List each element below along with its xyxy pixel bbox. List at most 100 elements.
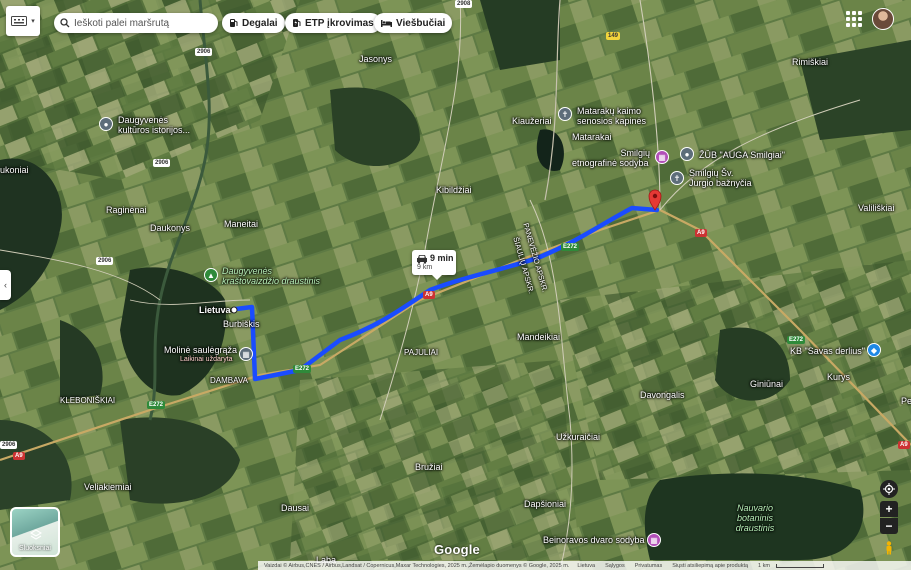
poi-label[interactable]: Molinė saulėgrąža (164, 345, 237, 355)
poi-label[interactable]: Jurgio bažnyčia (689, 178, 752, 188)
place-pin-icon[interactable]: ● (680, 147, 694, 161)
park-label[interactable]: botaninis (735, 513, 775, 523)
road-shield: E272 (147, 401, 166, 409)
chip-label: Viešbučiai (396, 17, 446, 29)
chip-ev-charging[interactable]: ETP įkrovimas (285, 13, 381, 33)
scale-bar (775, 563, 824, 568)
museum-pin-icon[interactable]: ▦ (647, 533, 661, 547)
google-logo: Google (434, 542, 480, 557)
road-shield: 2906 (96, 257, 114, 265)
place-label: Dausai (281, 503, 310, 513)
museum-pin-icon[interactable]: ● (99, 117, 113, 131)
layers-icon (30, 529, 42, 540)
layers-button[interactable]: Sluoksniai (10, 507, 60, 557)
place-label: DAMBAVA (210, 376, 248, 385)
chip-label: ETP įkrovimas (305, 17, 374, 29)
route-duration-callout[interactable]: 9 min 9 km (412, 250, 456, 280)
road-shield: A9 (695, 229, 707, 237)
poi-label[interactable]: Smilgių (590, 148, 650, 158)
place-label: Kurys (827, 372, 851, 382)
church-pin-icon[interactable]: ✝ (670, 171, 684, 185)
chevron-down-icon[interactable]: ▾ (31, 17, 35, 25)
zoom-in-button[interactable]: + (880, 501, 898, 517)
cemetery-pin-icon[interactable]: ✝ (558, 107, 572, 121)
place-label: Valiliškiai (858, 203, 895, 213)
chip-hotels[interactable]: Viešbučiai (374, 13, 453, 33)
poi-label[interactable]: etnografinė sodyba (572, 158, 649, 168)
feedback-link[interactable]: Siųsti atsiliepimą apie produktą (672, 563, 748, 569)
route-distance: 9 km (417, 264, 433, 271)
road-shield: 2906 (153, 159, 171, 167)
map-footer: Vaizdai © Airbus,CNES / Airbus,Landsat /… (258, 561, 911, 570)
chip-fuel[interactable]: Degalai (222, 13, 285, 33)
place-label: Rimiškiai (792, 57, 828, 67)
search-along-route[interactable] (54, 13, 218, 33)
avatar[interactable] (872, 8, 894, 30)
road-shield: A9 (898, 441, 910, 449)
poi-label[interactable]: Smilgių Šv. (689, 168, 733, 178)
poi-label[interactable]: kultūros istorijos... (118, 125, 190, 135)
shopping-pin-icon[interactable]: ◆ (867, 343, 881, 357)
road-shield: 2908 (455, 0, 473, 8)
road-shield: 149 (606, 32, 621, 40)
search-input[interactable] (74, 17, 204, 29)
terms-link[interactable]: Sąlygos (605, 563, 625, 569)
chevron-left-icon: ‹ (4, 280, 7, 290)
privacy-link[interactable]: Privatumas (635, 563, 663, 569)
poi-label[interactable]: KB "Savas derlius" (790, 346, 865, 356)
scale-label[interactable]: 1 km (758, 563, 770, 569)
place-label: Bružiai (415, 462, 443, 472)
road-shield: E272 (787, 336, 806, 344)
road-shield: A9 (13, 452, 25, 460)
poi-label[interactable]: kraštovaizdžio draustinis (222, 276, 320, 286)
bed-icon (381, 19, 392, 27)
my-location-button[interactable] (880, 480, 898, 498)
plus-icon: + (885, 502, 893, 516)
place-label: Burbiškis (223, 319, 260, 329)
place-label: Maneitai (224, 219, 259, 229)
park-label[interactable]: draustinis (735, 523, 775, 533)
apps-grid-icon[interactable] (845, 10, 863, 28)
car-icon (417, 255, 427, 264)
ev-charger-icon (292, 18, 301, 28)
poi-label[interactable]: Daugyvenės (118, 115, 168, 125)
museum-pin-icon[interactable]: ▦ (655, 150, 669, 164)
road-shield: A9 (423, 291, 435, 299)
poi-label[interactable]: Daugyvenės (222, 266, 272, 276)
poi-label[interactable]: senosios kapinės (577, 116, 646, 126)
crosshair-icon (883, 483, 895, 495)
chip-label: Degalai (242, 17, 278, 29)
place-label: PAJULIAI (404, 348, 439, 357)
place-label: KLEBONIŠKIAI (60, 396, 116, 405)
keyboard-icon (11, 16, 28, 26)
poi-label[interactable]: Beinoravos dvaro sodyba (543, 535, 645, 545)
place-label: Pe (901, 396, 911, 406)
place-label: Užkuraičiai (556, 432, 601, 442)
place-label: Matarakai (572, 132, 612, 142)
poi-label[interactable]: ŽŪB "AUGA Smilgiai" (699, 150, 785, 160)
place-label: Veliakiemiai (84, 482, 132, 492)
route-origin-label: Lietuva (199, 305, 231, 315)
poi-label[interactable]: Matarakų kaimo (577, 106, 641, 116)
place-label: Jasonys (359, 54, 393, 64)
satellite-map[interactable] (0, 0, 911, 570)
pegman-icon[interactable] (884, 541, 894, 555)
attribution-text: Vaizdai © Airbus,CNES / Airbus,Landsat /… (264, 562, 570, 569)
collapse-panel-button[interactable]: ‹ (0, 270, 11, 300)
place-label: Giniūnai (750, 379, 784, 389)
place-label: Raginėnai (106, 205, 147, 215)
road-shield: 2906 (195, 48, 213, 56)
search-icon (60, 18, 70, 28)
zoom-out-button[interactable]: − (880, 518, 898, 534)
place-label: Davongalis (640, 390, 685, 400)
park-pin-icon[interactable]: ▲ (204, 268, 218, 282)
museum-pin-icon[interactable]: ▦ (239, 347, 253, 361)
place-label: Daukonys (150, 223, 191, 233)
route-origin-dot[interactable] (230, 306, 238, 314)
place-label: Mandeikiai (517, 332, 561, 342)
park-label[interactable]: Nauvario (735, 503, 775, 513)
route-time: 9 min (430, 253, 454, 263)
place-label: Dapšioniai (524, 499, 567, 509)
country-link[interactable]: Lietuva (577, 563, 595, 569)
keyboard-toggle-button[interactable]: ▾ (6, 6, 40, 36)
